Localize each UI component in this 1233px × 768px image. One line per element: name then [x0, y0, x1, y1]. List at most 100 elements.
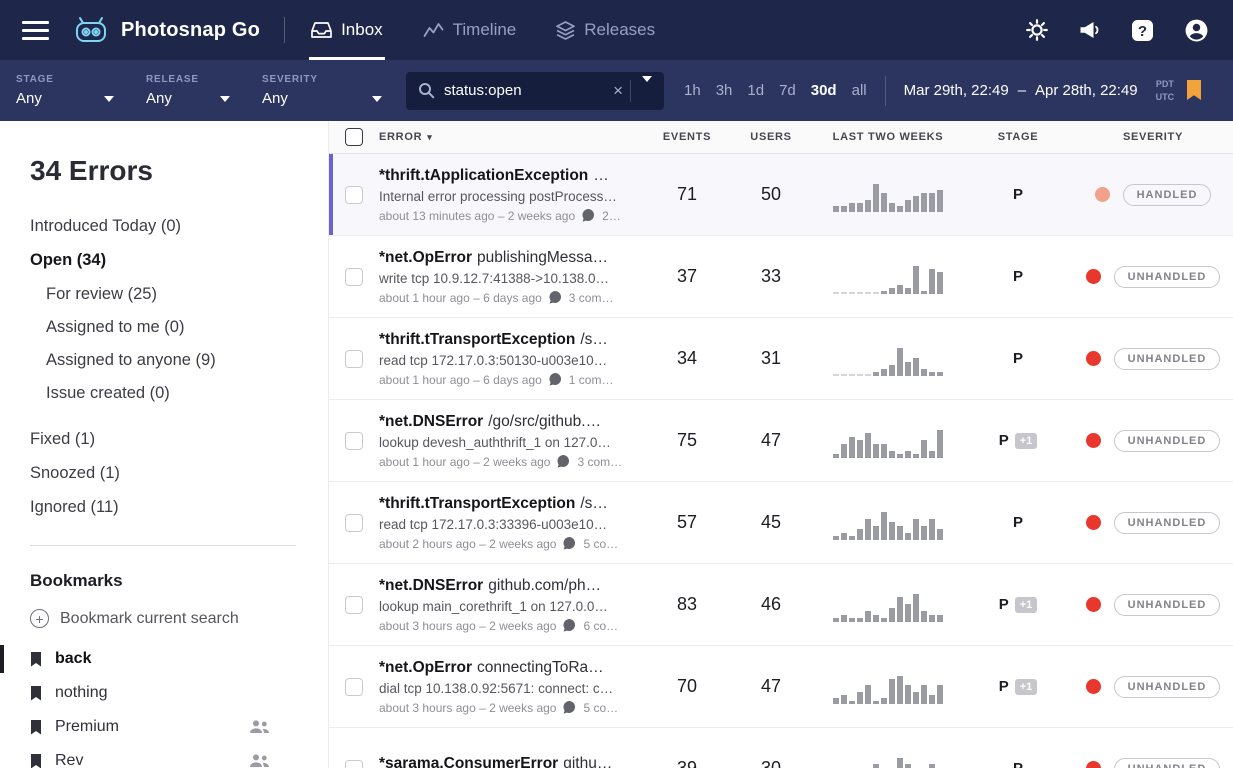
table-row[interactable]: *net.OpErrorconnectingToRa…dial tcp 10.1…	[329, 646, 1233, 728]
table-row[interactable]: *net.DNSErrorgithub.com/ph…lookup main_c…	[329, 564, 1233, 646]
table-row[interactable]: *net.DNSError/go/src/github.…lookup deve…	[329, 400, 1233, 482]
column-header-error[interactable]: ERROR ▾	[379, 131, 645, 143]
error-name: *net.DNSError	[379, 413, 483, 430]
row-checkbox[interactable]	[345, 596, 363, 614]
time-range-1d[interactable]: 1d	[747, 82, 764, 99]
bookmark-search-icon[interactable]	[1186, 80, 1202, 101]
comment-count: 6 co…	[583, 619, 618, 633]
row-checkbox[interactable]	[345, 350, 363, 368]
search-input[interactable]	[444, 82, 606, 99]
error-location: /s…	[580, 495, 608, 512]
table-row[interactable]: *sarama.ConsumerErrorgithu…3930PUNHANDLE…	[329, 728, 1233, 768]
tab-releases[interactable]: Releases	[554, 0, 657, 60]
comment-count: 3 com…	[569, 291, 614, 305]
top-navbar: Photosnap Go InboxTimelineReleases ?	[0, 0, 1233, 60]
error-cell: *net.OpErrorpublishingMessa…write tcp 10…	[379, 249, 645, 305]
sidebar-item[interactable]: Fixed (1)	[30, 430, 328, 449]
content: 34 Errors Introduced Today (0)Open (34)F…	[0, 121, 1233, 768]
row-checkbox[interactable]	[345, 186, 363, 204]
bookmark-icon	[30, 720, 42, 735]
bookmark-label: Premium	[55, 718, 119, 736]
sort-caret-icon: ▾	[427, 132, 432, 143]
table-row[interactable]: *net.OpErrorpublishingMessa…write tcp 10…	[329, 236, 1233, 318]
error-cell: *net.DNSError/go/src/github.…lookup deve…	[379, 413, 645, 469]
error-location: …	[593, 167, 609, 184]
release-filter-dropdown[interactable]: RELEASE Any	[130, 60, 246, 121]
column-header-severity: SEVERITY	[1073, 131, 1233, 143]
timeline-icon	[423, 22, 444, 38]
settings-gear-icon[interactable]	[1026, 19, 1048, 41]
select-all-checkbox[interactable]	[345, 128, 363, 146]
sidebar-item[interactable]: Issue created (0)	[46, 384, 328, 403]
stage-filter-dropdown[interactable]: STAGE Any	[0, 60, 130, 121]
tab-inbox[interactable]: Inbox	[309, 0, 385, 60]
sidebar-item[interactable]: For review (25)	[46, 285, 328, 304]
time-range-all[interactable]: all	[852, 82, 867, 99]
timezone-toggle[interactable]: PDT UTC	[1156, 78, 1175, 102]
users-count: 47	[729, 676, 813, 697]
row-checkbox[interactable]	[345, 432, 363, 450]
severity-filter-dropdown[interactable]: SEVERITY Any	[246, 60, 398, 121]
table-row[interactable]: *thrift.tTransportException/s…read tcp 1…	[329, 318, 1233, 400]
severity-cell: UNHANDLED	[1073, 266, 1233, 288]
sidebar-item[interactable]: Assigned to me (0)	[46, 318, 328, 337]
severity-badge: UNHANDLED	[1114, 348, 1221, 370]
comment-icon	[549, 373, 562, 386]
error-name: *sarama.ConsumerError	[379, 755, 558, 768]
sidebar-item[interactable]: Introduced Today (0)	[30, 217, 328, 236]
sidebar-item[interactable]: Ignored (11)	[30, 498, 328, 517]
column-header-stage: STAGE	[963, 131, 1073, 143]
user-avatar-icon[interactable]	[1184, 18, 1209, 43]
filter-divider	[885, 76, 886, 106]
bookmark-item[interactable]: Rev	[0, 744, 328, 768]
bookmark-current-search-button[interactable]: + Bookmark current search	[30, 609, 328, 628]
sidebar-item[interactable]: Snoozed (1)	[30, 464, 328, 483]
error-meta: about 3 hours ago – 2 weeks ago5 co…	[379, 701, 631, 715]
events-count: 70	[645, 676, 729, 697]
comment-icon	[582, 209, 595, 222]
error-location: publishingMessa…	[477, 249, 608, 266]
severity-badge: UNHANDLED	[1114, 758, 1221, 768]
date-range-separator: –	[1018, 82, 1026, 99]
sidebar-item[interactable]: Assigned to anyone (9)	[46, 351, 328, 370]
announcements-megaphone-icon[interactable]	[1078, 20, 1101, 40]
stage-cell: P	[963, 760, 1073, 768]
bookmark-item[interactable]: back	[0, 642, 328, 676]
bookmark-item[interactable]: nothing	[0, 676, 328, 710]
release-filter-value: Any	[146, 90, 172, 107]
events-count: 37	[645, 266, 729, 287]
stage-cell: P+1	[963, 432, 1073, 449]
hamburger-menu-icon[interactable]	[22, 21, 49, 40]
row-checkbox[interactable]	[345, 678, 363, 696]
date-range[interactable]: Mar 29th, 22:49 – Apr 28th, 22:49	[904, 82, 1138, 99]
table-row[interactable]: *thrift.tTransportException/s… read tcp 1…	[329, 482, 1233, 564]
time-range-30d[interactable]: 30d	[811, 82, 837, 99]
time-range-3h[interactable]: 3h	[716, 82, 733, 99]
release-filter-label: RELEASE	[146, 74, 230, 85]
table-row[interactable]: *thrift.tApplicationException…Internal e…	[329, 154, 1233, 236]
row-checkbox[interactable]	[345, 268, 363, 286]
stage-extra-badge: +1	[1015, 433, 1038, 449]
bookmarks-title: Bookmarks	[30, 571, 328, 591]
error-age: about 1 hour ago – 6 days ago	[379, 373, 542, 387]
severity-badge: UNHANDLED	[1114, 594, 1221, 616]
clear-search-icon[interactable]: ×	[606, 82, 630, 99]
time-range-1h[interactable]: 1h	[684, 82, 701, 99]
sparkline-chart	[813, 752, 963, 768]
row-checkbox[interactable]	[345, 514, 363, 532]
error-age: about 13 minutes ago – 2 weeks ago	[379, 209, 575, 223]
error-description: read tcp 172.17.0.3:33396-u003e10…	[379, 517, 631, 532]
error-name: *thrift.tTransportException	[379, 495, 575, 512]
users-count: 50	[729, 184, 813, 205]
bookmark-item[interactable]: Premium	[0, 710, 328, 744]
row-checkbox[interactable]	[345, 760, 363, 768]
error-location: connectingToRa…	[477, 659, 604, 676]
bookmark-current-search-label: Bookmark current search	[60, 610, 239, 628]
search-dropdown-chevron-icon[interactable]	[631, 82, 658, 100]
tab-timeline[interactable]: Timeline	[421, 0, 519, 60]
time-range-7d[interactable]: 7d	[779, 82, 796, 99]
help-question-icon[interactable]: ?	[1131, 19, 1154, 42]
sidebar-item[interactable]: Open (34)	[30, 251, 328, 270]
tab-label: Inbox	[341, 20, 383, 40]
time-range-buttons: 1h 3h 1d 7d 30d all	[684, 82, 867, 99]
